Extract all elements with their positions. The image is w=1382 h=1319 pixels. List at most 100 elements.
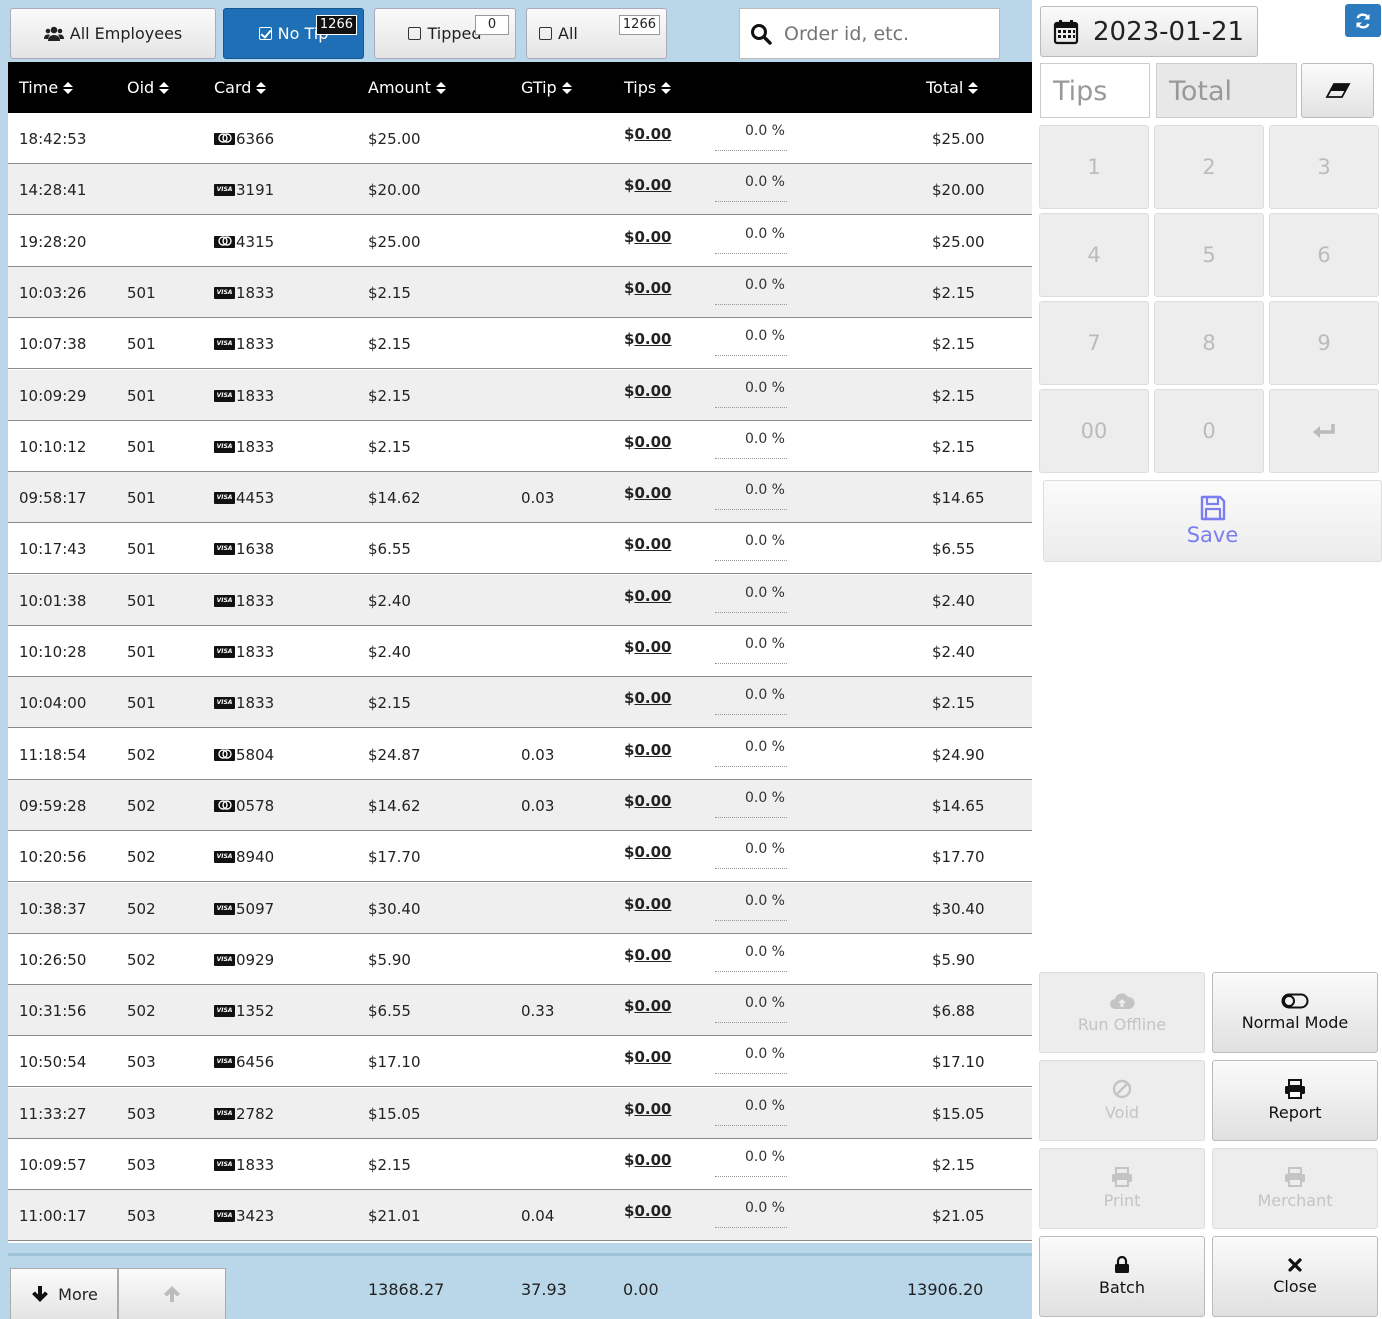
cell-tip-percent[interactable]: 0.0 % bbox=[715, 995, 787, 1023]
keypad-key[interactable]: 8 bbox=[1154, 301, 1264, 385]
cell-tip[interactable]: $0.00 bbox=[624, 638, 671, 656]
table-row[interactable]: 10:10:28 501 VISA 1833 $2.40 $0.00 0.0 % $2.40 bbox=[8, 626, 1032, 677]
cell-tip-percent[interactable]: 0.0 % bbox=[715, 482, 787, 510]
cell-tip-percent[interactable]: 0.0 % bbox=[715, 328, 787, 356]
no-tip-filter-button[interactable]: No Tip 1266 bbox=[223, 8, 364, 59]
keypad-enter-key[interactable] bbox=[1269, 389, 1379, 473]
keypad-key[interactable]: 0 bbox=[1154, 389, 1264, 473]
sort-oid-header[interactable]: Oid bbox=[127, 62, 170, 113]
cell-tip-percent[interactable]: 0.0 % bbox=[715, 1200, 787, 1228]
cell-tip[interactable]: $0.00 bbox=[624, 843, 671, 861]
cell-tip-percent[interactable]: 0.0 % bbox=[715, 893, 787, 921]
keypad-key[interactable]: 3 bbox=[1269, 125, 1379, 209]
clear-button[interactable] bbox=[1301, 63, 1374, 118]
sort-gtip-header[interactable]: GTip bbox=[521, 62, 572, 113]
date-picker-button[interactable]: 2023-01-21 bbox=[1040, 6, 1258, 57]
table-row[interactable]: 11:33:27 503 VISA 2782 $15.05 $0.00 0.0 % $15.0… bbox=[8, 1088, 1032, 1139]
table-row[interactable]: 11:18:54 502 5804 $24.87 0.03 $0.00 0.0 % $24.9… bbox=[8, 729, 1032, 780]
table-row[interactable]: 10:31:56 502 VISA 1352 $6.55 0.33 $0.00 0.0 % $6… bbox=[8, 985, 1032, 1036]
cell-tip-percent[interactable]: 0.0 % bbox=[715, 226, 787, 254]
table-row[interactable]: 10:01:38 501 VISA 1833 $2.40 $0.00 0.0 % $2.40 bbox=[8, 575, 1032, 626]
scroll-up-button[interactable] bbox=[118, 1268, 226, 1319]
table-row[interactable]: 11:00:17 503 VISA 3423 $21.01 0.04 $0.00 0.0 % $… bbox=[8, 1190, 1032, 1241]
table-row[interactable]: 10:03:26 501 VISA 1833 $2.15 $0.00 0.0 % $2.15 bbox=[8, 267, 1032, 318]
keypad-key[interactable]: 1 bbox=[1039, 125, 1149, 209]
cell-tip-percent[interactable]: 0.0 % bbox=[715, 1098, 787, 1126]
cell-tip-percent[interactable]: 0.0 % bbox=[715, 739, 787, 767]
cell-tip-percent[interactable]: 0.0 % bbox=[715, 1149, 787, 1177]
cell-tip[interactable]: $0.00 bbox=[624, 279, 671, 297]
normal-mode-button[interactable]: Normal Mode bbox=[1212, 972, 1378, 1053]
cell-tip-percent[interactable]: 0.0 % bbox=[715, 790, 787, 818]
cell-tip[interactable]: $0.00 bbox=[624, 895, 671, 913]
cell-tip[interactable]: $0.00 bbox=[624, 535, 671, 553]
table-row[interactable]: 10:50:54 503 VISA 6456 $17.10 $0.00 0.0 % $17.1… bbox=[8, 1036, 1032, 1087]
table-row[interactable]: 10:07:38 501 VISA 1833 $2.15 $0.00 0.0 % $2.15 bbox=[8, 318, 1032, 369]
cell-tip-percent[interactable]: 0.0 % bbox=[715, 636, 787, 664]
table-row[interactable]: 10:04:00 501 VISA 1833 $2.15 $0.00 0.0 % $2.15 bbox=[8, 677, 1032, 728]
table-row[interactable]: 10:09:57 503 VISA 1833 $2.15 $0.00 0.0 % $2.15 bbox=[8, 1139, 1032, 1190]
cell-tip[interactable]: $0.00 bbox=[624, 484, 671, 502]
sort-time-header[interactable]: Time bbox=[19, 62, 74, 113]
table-row[interactable]: 10:17:43 501 VISA 1638 $6.55 $0.00 0.0 % $6.55 bbox=[8, 523, 1032, 574]
table-row[interactable]: 10:20:56 502 VISA 8940 $17.70 $0.00 0.0 % $17.7… bbox=[8, 831, 1032, 882]
cell-tip-percent[interactable]: 0.0 % bbox=[715, 841, 787, 869]
cell-tip-percent[interactable]: 0.0 % bbox=[715, 277, 787, 305]
keypad-key[interactable]: 2 bbox=[1154, 125, 1264, 209]
cell-tip-percent[interactable]: 0.0 % bbox=[715, 174, 787, 202]
cell-tip[interactable]: $0.00 bbox=[624, 1100, 671, 1118]
all-employees-button[interactable]: All Employees bbox=[10, 8, 216, 59]
cell-tip[interactable]: $0.00 bbox=[624, 587, 671, 605]
cell-tip[interactable]: $0.00 bbox=[624, 689, 671, 707]
cell-tip[interactable]: $0.00 bbox=[624, 792, 671, 810]
cell-tip[interactable]: $0.00 bbox=[624, 330, 671, 348]
table-row[interactable]: 09:58:17 501 VISA 4453 $14.62 0.03 $0.00 0.0 % $… bbox=[8, 472, 1032, 523]
run-offline-button[interactable]: Run Offline bbox=[1039, 972, 1205, 1053]
cell-tip[interactable]: $0.00 bbox=[624, 1202, 671, 1220]
cell-tip[interactable]: $0.00 bbox=[624, 741, 671, 759]
keypad-key[interactable]: 4 bbox=[1039, 213, 1149, 297]
cell-tip[interactable]: $0.00 bbox=[624, 125, 671, 143]
cell-tip-percent[interactable]: 0.0 % bbox=[715, 687, 787, 715]
cell-tip[interactable]: $0.00 bbox=[624, 997, 671, 1015]
tips-input[interactable]: Tips bbox=[1040, 63, 1150, 118]
cell-tip-percent[interactable]: 0.0 % bbox=[715, 1046, 787, 1074]
merchant-button[interactable]: Merchant bbox=[1212, 1148, 1378, 1229]
save-button[interactable]: Save bbox=[1043, 480, 1382, 562]
keypad-key[interactable]: 5 bbox=[1154, 213, 1264, 297]
batch-button[interactable]: Batch bbox=[1039, 1236, 1205, 1317]
cell-tip[interactable]: $0.00 bbox=[624, 382, 671, 400]
keypad-key[interactable]: 00 bbox=[1039, 389, 1149, 473]
search-input[interactable] bbox=[784, 22, 984, 45]
keypad-key[interactable]: 7 bbox=[1039, 301, 1149, 385]
table-row[interactable]: 10:38:37 502 VISA 5097 $30.40 $0.00 0.0 % $30.4… bbox=[8, 883, 1032, 934]
table-row[interactable]: 10:10:12 501 VISA 1833 $2.15 $0.00 0.0 % $2.15 bbox=[8, 421, 1032, 472]
table-row[interactable]: 10:09:29 501 VISA 1833 $2.15 $0.00 0.0 % $2.15 bbox=[8, 370, 1032, 421]
table-row[interactable]: 09:59:28 502 0578 $14.62 0.03 $0.00 0.0 % $14.6… bbox=[8, 780, 1032, 831]
more-button[interactable]: More bbox=[10, 1268, 118, 1319]
cell-tip[interactable]: $0.00 bbox=[624, 1151, 671, 1169]
all-filter-button[interactable]: All 1266 bbox=[526, 8, 667, 59]
cell-tip-percent[interactable]: 0.0 % bbox=[715, 431, 787, 459]
cell-tip[interactable]: $0.00 bbox=[624, 1048, 671, 1066]
sort-tips-header[interactable]: Tips bbox=[624, 62, 672, 113]
total-input[interactable]: Total bbox=[1156, 63, 1297, 118]
cell-tip-percent[interactable]: 0.0 % bbox=[715, 944, 787, 972]
keypad-key[interactable]: 9 bbox=[1269, 301, 1379, 385]
cell-tip-percent[interactable]: 0.0 % bbox=[715, 123, 787, 151]
refresh-button[interactable] bbox=[1345, 4, 1381, 37]
cell-tip[interactable]: $0.00 bbox=[624, 228, 671, 246]
keypad-key[interactable]: 6 bbox=[1269, 213, 1379, 297]
table-row[interactable]: 18:42:53 6366 $25.00 $0.00 0.0 % $25.00 bbox=[8, 113, 1032, 164]
cell-tip-percent[interactable]: 0.0 % bbox=[715, 533, 787, 561]
cell-tip[interactable]: $0.00 bbox=[624, 946, 671, 964]
void-button[interactable]: Void bbox=[1039, 1060, 1205, 1141]
table-row[interactable]: 14:28:41 VISA 3191 $20.00 $0.00 0.0 % $20.00 bbox=[8, 164, 1032, 215]
sort-card-header[interactable]: Card bbox=[214, 62, 267, 113]
sort-amount-header[interactable]: Amount bbox=[368, 62, 446, 113]
close-button[interactable]: Close bbox=[1212, 1236, 1378, 1317]
cell-tip-percent[interactable]: 0.0 % bbox=[715, 380, 787, 408]
tipped-filter-button[interactable]: Tipped 0 bbox=[374, 8, 516, 59]
report-button[interactable]: Report bbox=[1212, 1060, 1378, 1141]
cell-tip[interactable]: $0.00 bbox=[624, 176, 671, 194]
